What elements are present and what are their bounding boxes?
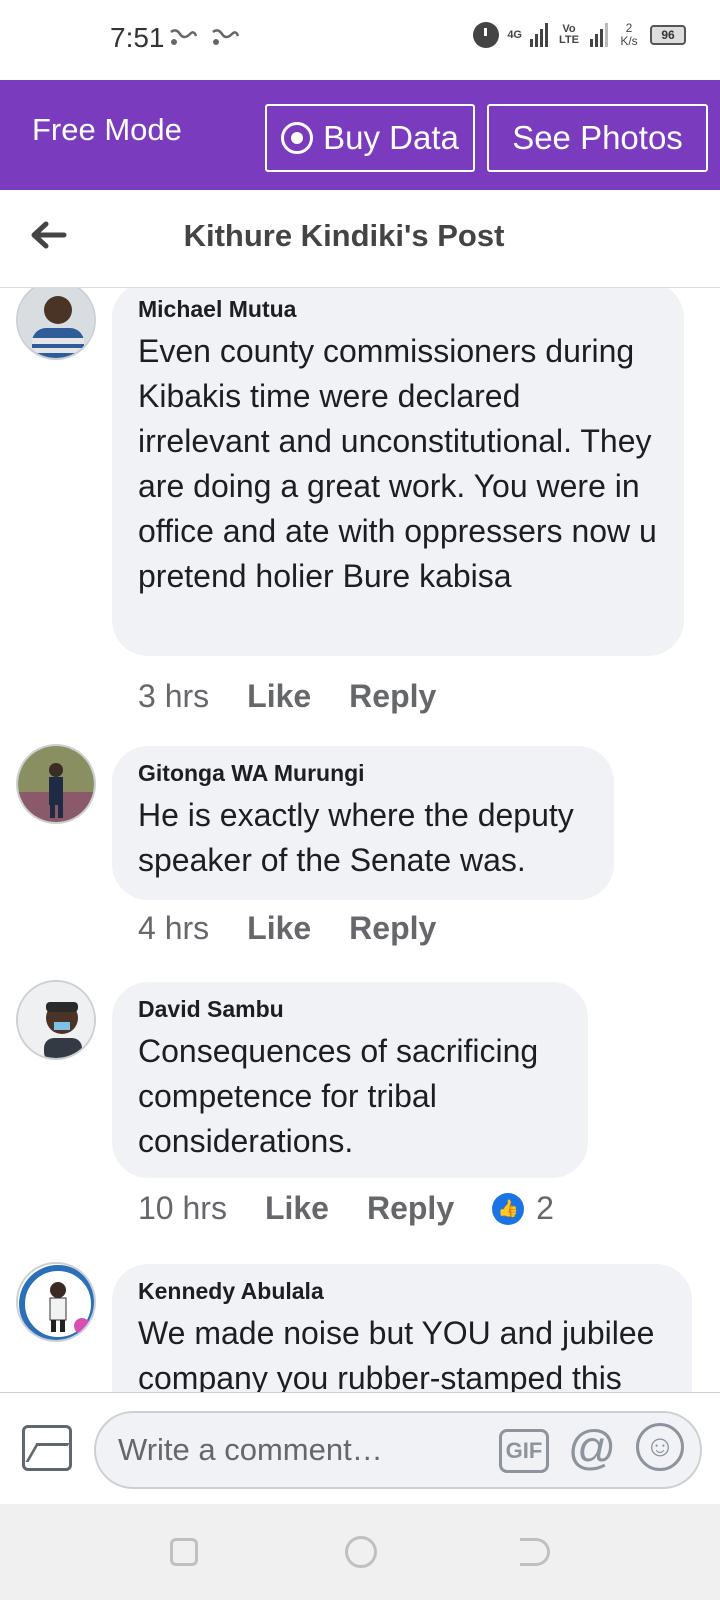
network-type: 4G xyxy=(507,28,522,41)
comment-text: Even county commissioners during Kibakis… xyxy=(138,333,657,594)
reply-link[interactable]: Reply xyxy=(367,1190,454,1227)
like-link[interactable]: Like xyxy=(265,1190,329,1227)
comment-bubble[interactable]: Kennedy Abulala We made noise but YOU an… xyxy=(112,1264,692,1392)
reaction-number: 2 xyxy=(536,1190,554,1226)
comment-bubble[interactable]: David Sambu Consequences of sacrificing … xyxy=(112,982,588,1178)
comment-bubble[interactable]: Michael Mutua Even county commissioners … xyxy=(112,288,684,656)
gif-icon[interactable]: GIF xyxy=(499,1429,549,1473)
reply-link[interactable]: Reply xyxy=(349,910,436,947)
comment-time[interactable]: 4 hrs xyxy=(138,910,209,947)
photo-icon[interactable] xyxy=(22,1425,72,1471)
free-mode-bar: Free Mode Buy Data See Photos xyxy=(0,80,720,190)
back-icon[interactable] xyxy=(520,1538,550,1566)
page-title: Kithure Kindiki's Post xyxy=(183,218,505,253)
status-time: 7:51 xyxy=(110,22,165,53)
comment-actions: 3 hrs Like Reply xyxy=(138,678,474,715)
signal-icon xyxy=(530,23,548,47)
comment-actions: 4 hrs Like Reply xyxy=(138,910,474,947)
status-bar: 7:51 4G Vo LTE 2 K/s 96 xyxy=(0,0,720,80)
comment-author[interactable]: Michael Mutua xyxy=(138,296,658,323)
recent-apps-icon[interactable] xyxy=(170,1538,198,1566)
comment-author[interactable]: David Sambu xyxy=(138,996,562,1023)
comment-text: He is exactly where the deputy speaker o… xyxy=(138,797,574,878)
avatar[interactable] xyxy=(16,1262,96,1342)
broadcast-icon xyxy=(281,122,314,154)
comment-actions: 10 hrs Like Reply 👍 2 xyxy=(138,1190,554,1227)
system-indicators: 4G Vo LTE 2 K/s 96 xyxy=(473,22,686,48)
free-mode-label: Free Mode xyxy=(32,112,182,147)
comment-time[interactable]: 10 hrs xyxy=(138,1190,227,1227)
comment-author[interactable]: Gitonga WA Murungi xyxy=(138,760,588,787)
mention-icon[interactable]: @ xyxy=(566,1423,618,1475)
emoji-icon[interactable]: ☺ xyxy=(636,1423,684,1471)
comment-text: We made noise but YOU and jubilee compan… xyxy=(138,1315,655,1392)
avatar[interactable] xyxy=(16,980,96,1060)
notification-icons xyxy=(168,26,240,53)
network-speed: 2 K/s xyxy=(620,21,638,48)
battery-icon: 96 xyxy=(650,25,686,45)
system-nav-bar xyxy=(0,1504,720,1600)
thumbs-up-icon: 👍 xyxy=(492,1192,525,1225)
volte-label: Vo LTE xyxy=(559,23,579,46)
buy-data-label: Buy Data xyxy=(323,119,459,156)
home-icon[interactable] xyxy=(345,1536,377,1568)
avatar[interactable] xyxy=(16,744,96,824)
alarm-icon xyxy=(473,22,500,48)
like-link[interactable]: Like xyxy=(247,910,311,947)
reaction-count[interactable]: 👍 2 xyxy=(492,1190,554,1227)
signal-icon-2 xyxy=(590,23,608,47)
comment-text: Consequences of sacrificing competence f… xyxy=(138,1033,539,1159)
avatar[interactable] xyxy=(16,288,96,360)
see-photos-label: See Photos xyxy=(512,119,683,156)
buy-data-button[interactable]: Buy Data xyxy=(265,104,475,172)
comment-list[interactable]: Michael Mutua Even county commissioners … xyxy=(0,288,720,1392)
comment-bubble[interactable]: Gitonga WA Murungi He is exactly where t… xyxy=(112,746,614,900)
notification-icon xyxy=(210,26,240,53)
comment-composer: GIF @ ☺ xyxy=(0,1392,720,1504)
like-link[interactable]: Like xyxy=(247,678,311,715)
reply-link[interactable]: Reply xyxy=(349,678,436,715)
comment-author[interactable]: Kennedy Abulala xyxy=(138,1278,666,1305)
see-photos-button[interactable]: See Photos xyxy=(487,104,708,172)
comment-time[interactable]: 3 hrs xyxy=(138,678,209,715)
notification-icon xyxy=(168,26,198,53)
post-header: Kithure Kindiki's Post xyxy=(0,190,720,288)
